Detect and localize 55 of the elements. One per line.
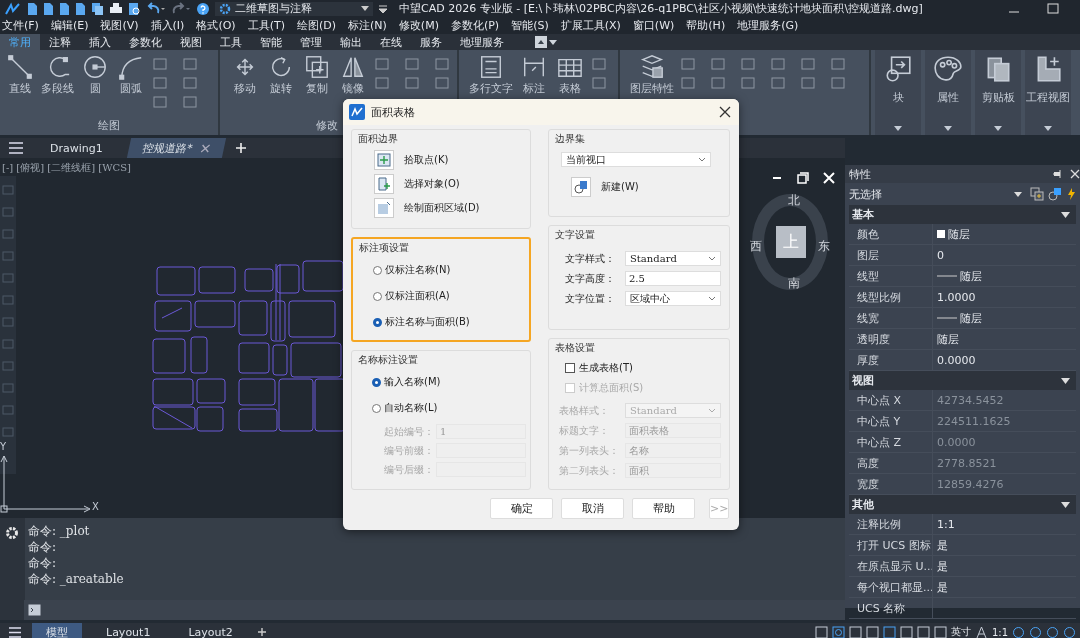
field-label: 文字高度： (565, 271, 616, 286)
radio-label: 输入名称(M) (384, 375, 441, 389)
field-label: 编号后缀： (384, 462, 432, 477)
compass-label: 东 (818, 238, 830, 255)
property-name: 线宽 (857, 310, 880, 326)
dialog-title: 面积表格 (371, 104, 415, 120)
group-title: 标注项设置 (359, 241, 410, 255)
command-history-line: 命令: (27, 555, 58, 571)
property-name: UCS 名称 (857, 600, 907, 616)
command-history-line: 命令: _plot (27, 523, 91, 539)
property-name: 宽度 (857, 476, 880, 492)
property-name: 中心点 Z (857, 434, 903, 450)
axis-label: X (92, 501, 99, 512)
property-name: 中心点 X (857, 392, 903, 408)
property-name: 中心点 Y (857, 413, 902, 429)
group-title: 边界集 (555, 132, 586, 146)
property-name: 高度 (857, 455, 880, 471)
group-title: 面积边界 (358, 132, 399, 146)
compass-label: 西 (750, 238, 762, 255)
property-name: 在原点显示 U... (857, 558, 932, 574)
group-title: 名称标注设置 (358, 353, 419, 367)
radio-label: 仅标注名称(N) (385, 263, 451, 277)
window-title: 中望CAD 2026 专业版 - [E:\卜玮林\02PBC内容\26-q1PBC\社区小视频\快速统计地块面积\控规道路.dwg] (399, 1, 923, 16)
property-name: 线型比例 (857, 289, 902, 305)
property-name: 透明度 (857, 331, 891, 347)
field-label: 表格样式： (559, 403, 610, 418)
property-name: 图层 (857, 247, 880, 263)
field-label: 标题文字： (559, 423, 610, 438)
compass-label: 南 (788, 275, 800, 292)
axis-label: Y (0, 441, 7, 452)
property-name: 厚度 (857, 352, 880, 368)
action-label: 新建(W) (601, 180, 639, 194)
checkbox-label: 生成表格(T) (579, 361, 633, 375)
checkbox-label: 计算总面积(S) (579, 381, 644, 395)
command-history-line: 命令: _areatable (27, 571, 125, 587)
field-label: 起始编号： (384, 424, 432, 439)
group-title: 文字设置 (555, 228, 596, 242)
property-name: 打开 UCS 图标 (857, 537, 932, 553)
radio-label: 标注名称与面积(B) (385, 315, 470, 329)
compass-label: 北 (788, 192, 800, 209)
field-label: 文字位置： (565, 291, 616, 306)
action-label: 选择对象(O) (404, 177, 460, 191)
property-name: 线型 (857, 268, 880, 284)
action-label: 绘制面积区域(D) (404, 201, 480, 215)
action-label: 拾取点(K) (404, 153, 449, 167)
group-title: 表格设置 (555, 341, 596, 355)
property-name: 注释比例 (857, 516, 902, 532)
field-label: 文字样式： (565, 251, 616, 266)
field-label: 编号前缀： (384, 443, 432, 458)
property-name: 颜色 (857, 226, 880, 242)
command-history-line: 命令: (27, 539, 58, 555)
property-name: 每个视口都显... (857, 579, 932, 595)
radio-label: 仅标注面积(A) (385, 289, 450, 303)
radio-label: 自动名称(L) (384, 401, 438, 415)
panel-title: 特性 (849, 166, 871, 182)
